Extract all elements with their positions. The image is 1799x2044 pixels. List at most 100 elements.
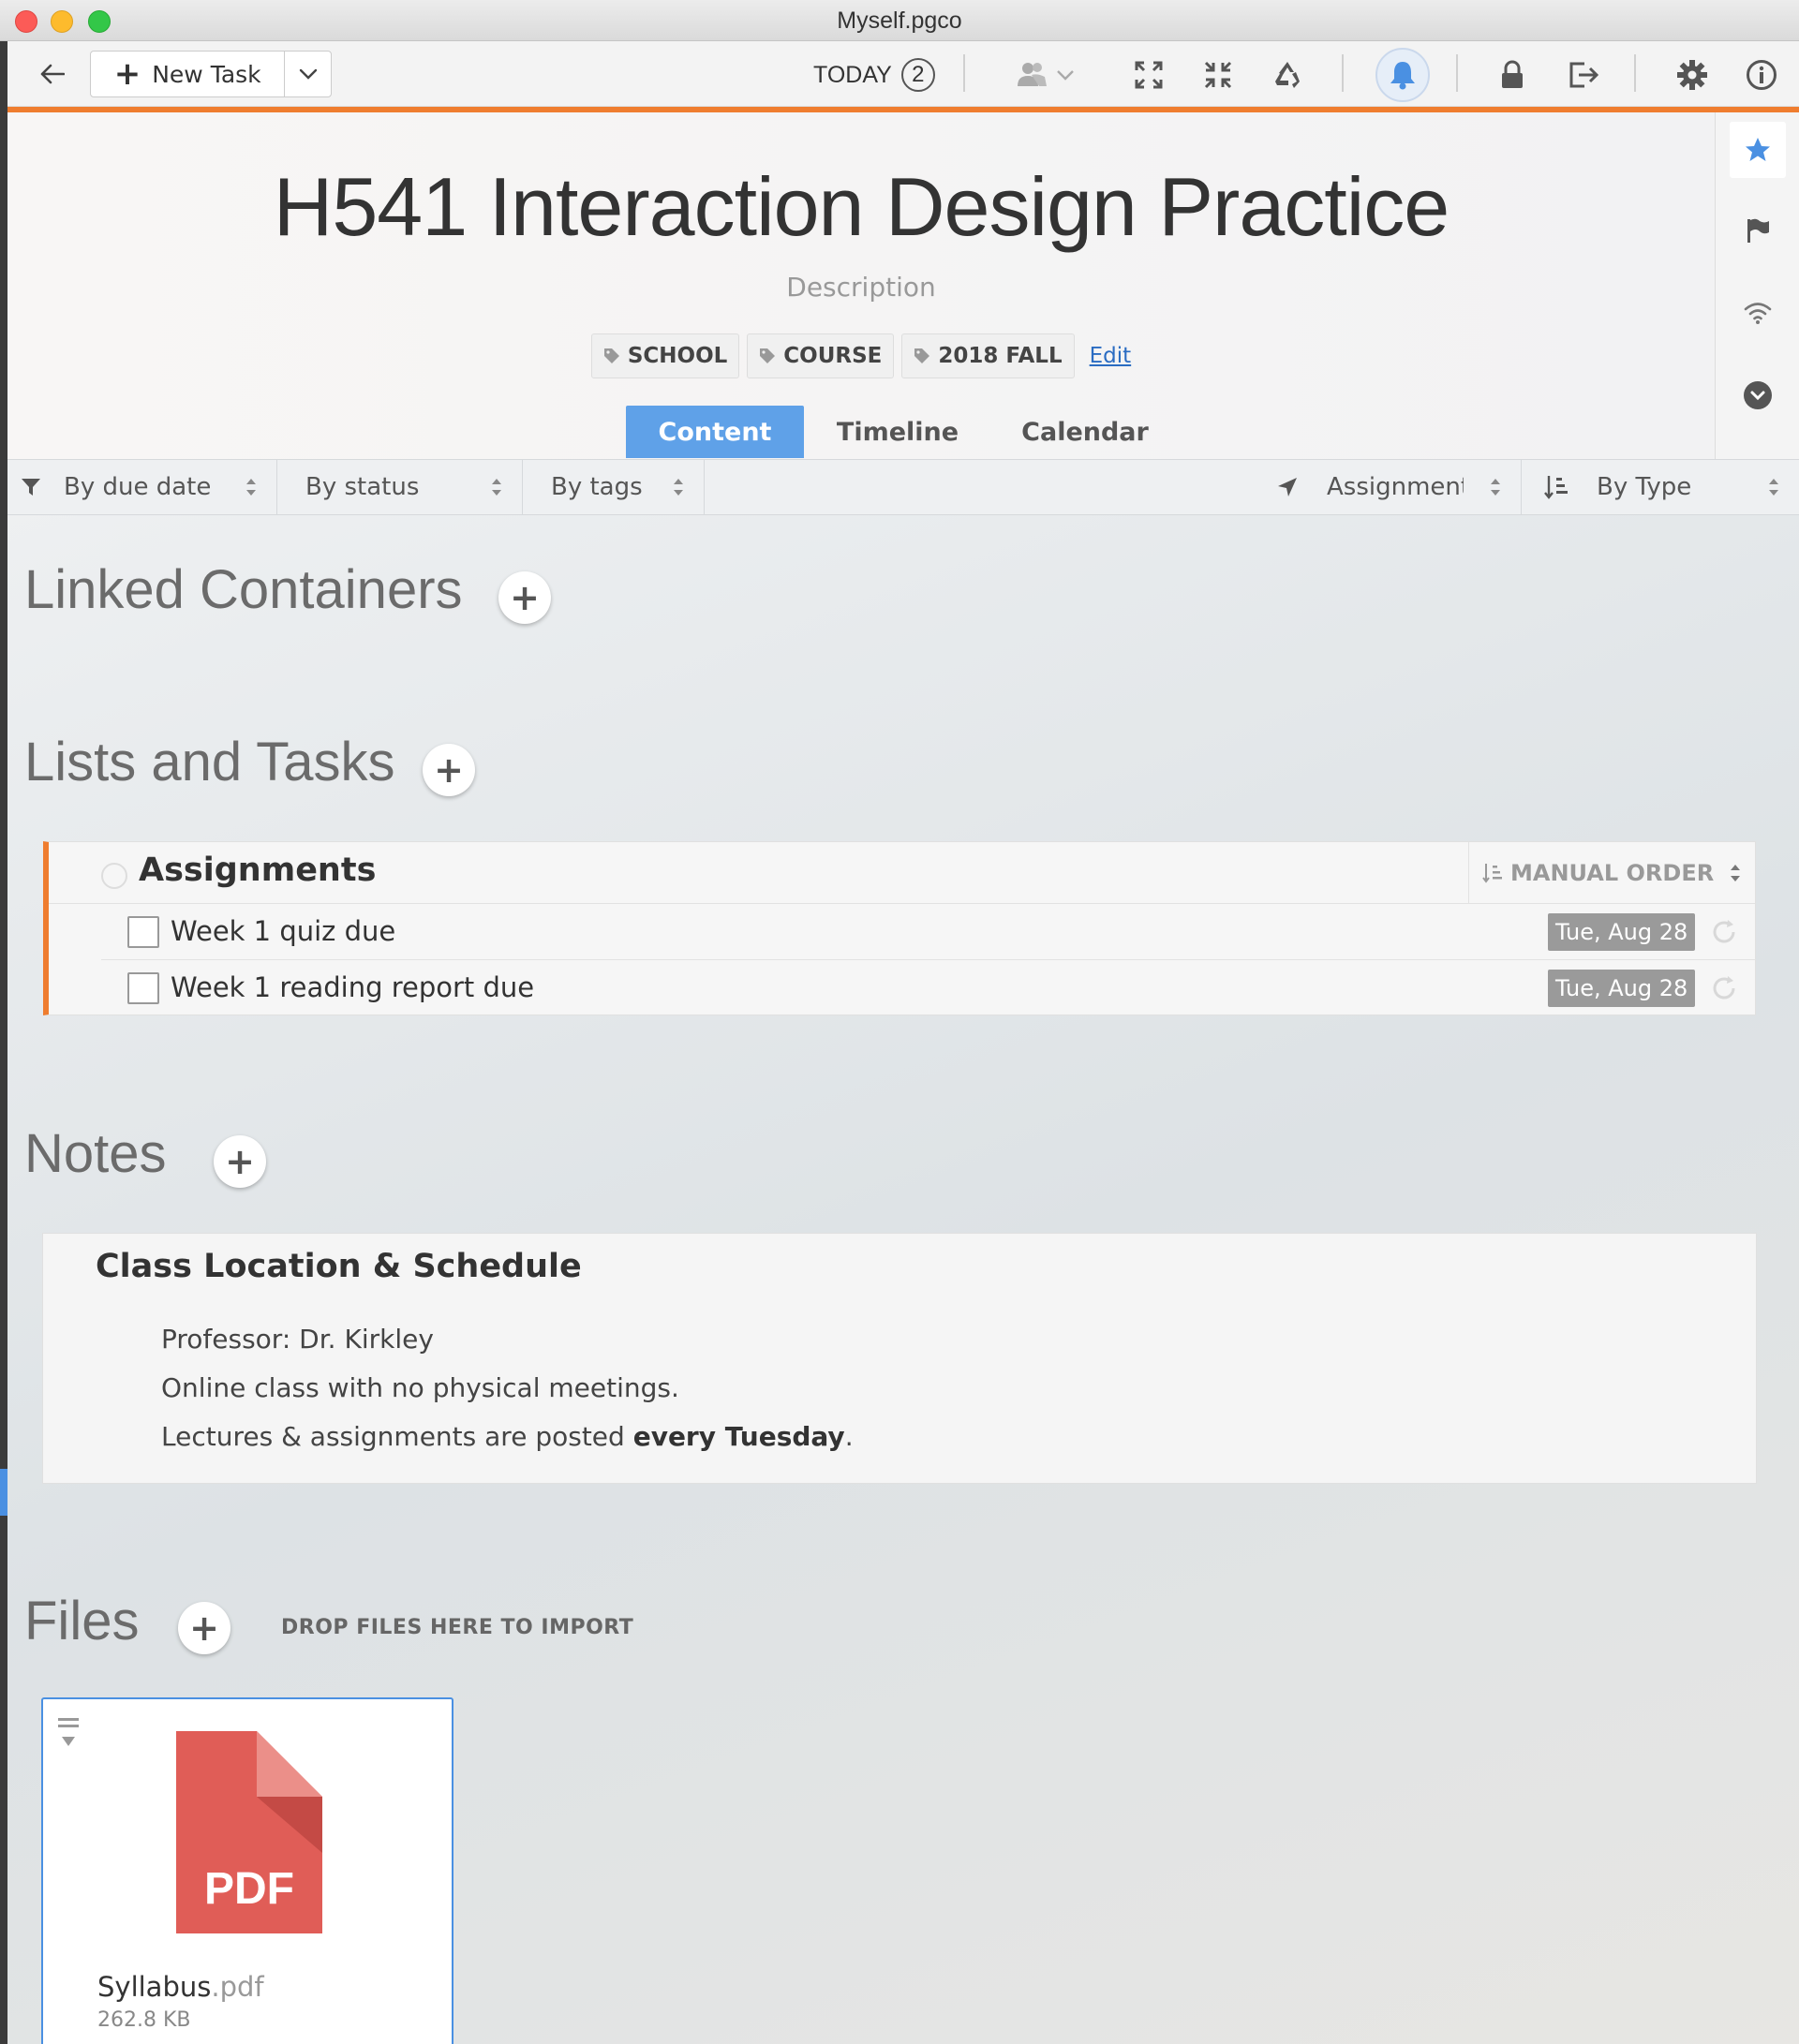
add-note-button[interactable]: + [214, 1135, 266, 1188]
location-arrow-icon [1278, 478, 1297, 496]
plus-icon: + [225, 1141, 255, 1182]
tag-course[interactable]: COURSE [747, 333, 895, 378]
favorite-button[interactable] [1730, 122, 1786, 178]
expand-button[interactable] [1128, 54, 1169, 96]
drop-files-hint: DROP FILES HERE TO IMPORT [281, 1616, 634, 1639]
tag-school[interactable]: SCHOOL [590, 333, 740, 378]
more-options-button[interactable] [1730, 367, 1786, 423]
filter-icon [22, 479, 40, 496]
toolbar-separator [1634, 54, 1636, 92]
flag-button[interactable] [1730, 202, 1786, 259]
collapse-icon [1204, 61, 1232, 89]
note-line: Lectures & assignments are posted every … [161, 1421, 854, 1452]
note-text: . [844, 1421, 854, 1452]
expand-icon [1135, 61, 1163, 89]
tag-icon [603, 348, 619, 363]
plus-icon: + [189, 1607, 219, 1649]
note-card[interactable]: Class Location & Schedule Professor: Dr.… [42, 1233, 1757, 1484]
star-icon [1746, 138, 1770, 161]
new-task-button-group: + New Task [90, 51, 332, 97]
drag-handle-icon[interactable] [56, 1716, 81, 1750]
tab-timeline[interactable]: Timeline [804, 406, 991, 458]
sort-arrows-icon [1731, 865, 1740, 881]
note-line: Online class with no physical meetings. [161, 1372, 679, 1403]
assignment-filter[interactable]: Assignment [1263, 460, 1522, 514]
plus-icon: + [113, 55, 141, 93]
arrow-left-icon [40, 64, 65, 84]
add-linked-container-button[interactable]: + [498, 571, 551, 624]
recycle-button[interactable] [1267, 54, 1308, 96]
info-button[interactable] [1741, 54, 1782, 96]
task-due-date[interactable]: Tue, Aug 28 [1548, 913, 1696, 951]
list-order-selector[interactable]: MANUAL ORDER [1468, 842, 1755, 904]
gear-icon [1677, 60, 1707, 90]
repeat-icon[interactable] [1709, 917, 1739, 947]
tag-label: SCHOOL [627, 344, 728, 368]
new-task-label: New Task [152, 60, 261, 88]
settings-button[interactable] [1672, 54, 1713, 96]
sort-arrows-icon [1491, 479, 1500, 496]
plus-icon: + [434, 749, 464, 791]
sort-arrows-icon [1769, 479, 1778, 496]
notifications-button[interactable] [1375, 48, 1430, 102]
task-row[interactable]: Week 1 quiz due Tue, Aug 28 [101, 904, 1756, 960]
task-row[interactable]: Week 1 reading report due Tue, Aug 28 [101, 960, 1756, 1016]
file-basename: Syllabus [97, 1971, 212, 2003]
tags-filter[interactable]: By tags [523, 460, 705, 514]
tags-filter-label: By tags [551, 473, 643, 501]
sync-status-button[interactable] [1730, 285, 1786, 341]
file-name[interactable]: Syllabus.pdf [97, 1971, 264, 2003]
tag-icon [760, 348, 776, 363]
lists-and-tasks-heading: Lists and Tasks [24, 732, 395, 792]
list-complete-toggle[interactable] [101, 863, 127, 889]
tag-2018-fall[interactable]: 2018 FALL [901, 333, 1075, 378]
add-list-button[interactable]: + [423, 744, 475, 796]
share-export-button[interactable] [1563, 54, 1604, 96]
notes-heading: Notes [24, 1123, 167, 1184]
today-button[interactable]: TODAY 2 [813, 56, 935, 94]
new-task-dropdown-button[interactable] [284, 52, 331, 96]
task-title[interactable]: Week 1 reading report due [171, 971, 534, 1003]
due-date-filter[interactable]: By due date [7, 460, 277, 514]
sort-list-icon [1544, 476, 1568, 499]
app-window: Myself.pgco + New Task TODAY 2 H541 Inte… [0, 0, 1799, 2044]
status-filter-label: By status [305, 473, 420, 501]
type-sort[interactable]: By Type [1522, 460, 1799, 514]
task-title[interactable]: Week 1 quiz due [171, 915, 395, 947]
tag-list: SCHOOL COURSE 2018 FALL Edit [0, 333, 1722, 378]
back-button[interactable] [26, 52, 79, 96]
toolbar: + New Task TODAY 2 [7, 41, 1799, 107]
tab-content[interactable]: Content [626, 406, 804, 458]
due-date-filter-label: By due date [64, 473, 212, 501]
file-card[interactable]: PDF Syllabus.pdf 262.8 KB [41, 1697, 453, 2044]
task-due-date[interactable]: Tue, Aug 28 [1548, 970, 1696, 1007]
task-checkbox[interactable] [127, 972, 159, 1004]
info-icon [1747, 60, 1777, 90]
repeat-icon[interactable] [1709, 973, 1739, 1003]
project-description[interactable]: Description [7, 272, 1715, 303]
collapse-button[interactable] [1197, 54, 1239, 96]
users-icon [1018, 63, 1074, 86]
sort-arrows-icon [246, 479, 256, 496]
project-title[interactable]: H541 Interaction Design Practice [7, 159, 1715, 255]
status-filter[interactable]: By status [277, 460, 523, 514]
note-title[interactable]: Class Location & Schedule [96, 1248, 582, 1285]
lock-button[interactable] [1492, 54, 1533, 96]
title-bar: Myself.pgco [0, 0, 1799, 41]
linked-containers-heading: Linked Containers [24, 559, 463, 620]
task-checkbox[interactable] [127, 916, 159, 948]
users-menu-button[interactable] [1012, 54, 1087, 96]
plus-icon: + [510, 577, 540, 618]
task-list-title[interactable]: Assignments [139, 852, 376, 889]
edit-tags-link[interactable]: Edit [1090, 344, 1132, 368]
file-size: 262.8 KB [97, 2008, 191, 2032]
tab-calendar[interactable]: Calendar [991, 406, 1179, 458]
add-file-button[interactable]: + [178, 1602, 230, 1654]
chevron-down-circle-icon [1744, 381, 1772, 409]
recycle-icon [1275, 62, 1300, 88]
note-bold-text: every Tuesday [632, 1421, 845, 1452]
file-extension: .pdf [211, 1971, 264, 2003]
new-task-button[interactable]: + New Task [91, 52, 284, 96]
tag-label: COURSE [783, 344, 883, 368]
wifi-icon [1744, 303, 1772, 324]
